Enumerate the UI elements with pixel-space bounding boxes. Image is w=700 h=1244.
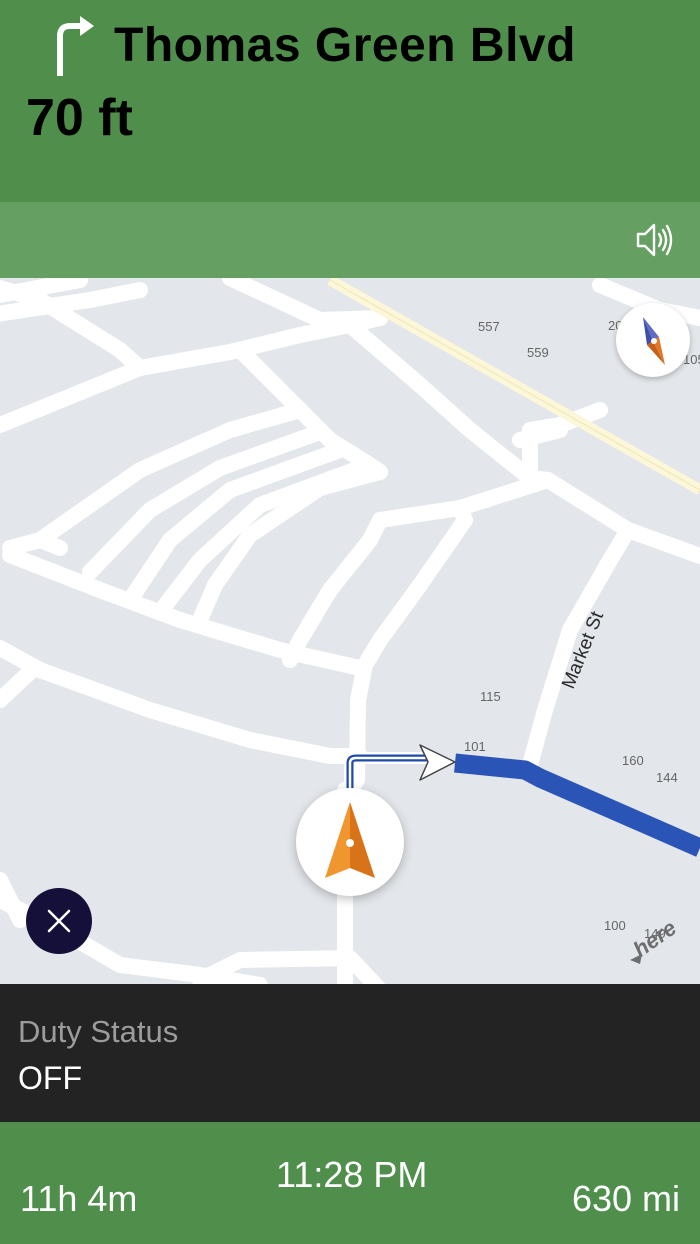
remaining-distance: 630 mi (571, 1178, 680, 1219)
maneuver-distance: 70 ft (26, 89, 133, 147)
arrival-time: 11:28 PM (276, 1154, 428, 1195)
close-icon (47, 909, 71, 933)
audio-bar (0, 202, 700, 278)
maneuver-street-name: Thomas Green Blvd (114, 19, 576, 72)
current-position-marker (296, 788, 404, 896)
navigation-arrow-icon (325, 802, 375, 878)
turn-right-arrow-icon (57, 16, 94, 76)
duty-status-panel[interactable] (0, 984, 700, 1122)
address-label: 144 (656, 770, 678, 785)
address-label: 160 (622, 753, 644, 768)
compass-button[interactable] (616, 303, 690, 377)
address-label: 100 (604, 918, 626, 933)
remaining-time: 11h 4m (20, 1178, 138, 1219)
duty-status-label: Duty Status (18, 1014, 179, 1049)
compass-icon (643, 317, 665, 365)
duty-status-value: OFF (18, 1060, 82, 1096)
address-label: 559 (527, 345, 549, 360)
address-label: 101 (464, 739, 486, 754)
end-navigation-button[interactable] (26, 888, 92, 954)
address-label: 557 (478, 319, 500, 334)
speaker-icon[interactable] (634, 220, 676, 260)
address-label: 115 (480, 689, 501, 704)
